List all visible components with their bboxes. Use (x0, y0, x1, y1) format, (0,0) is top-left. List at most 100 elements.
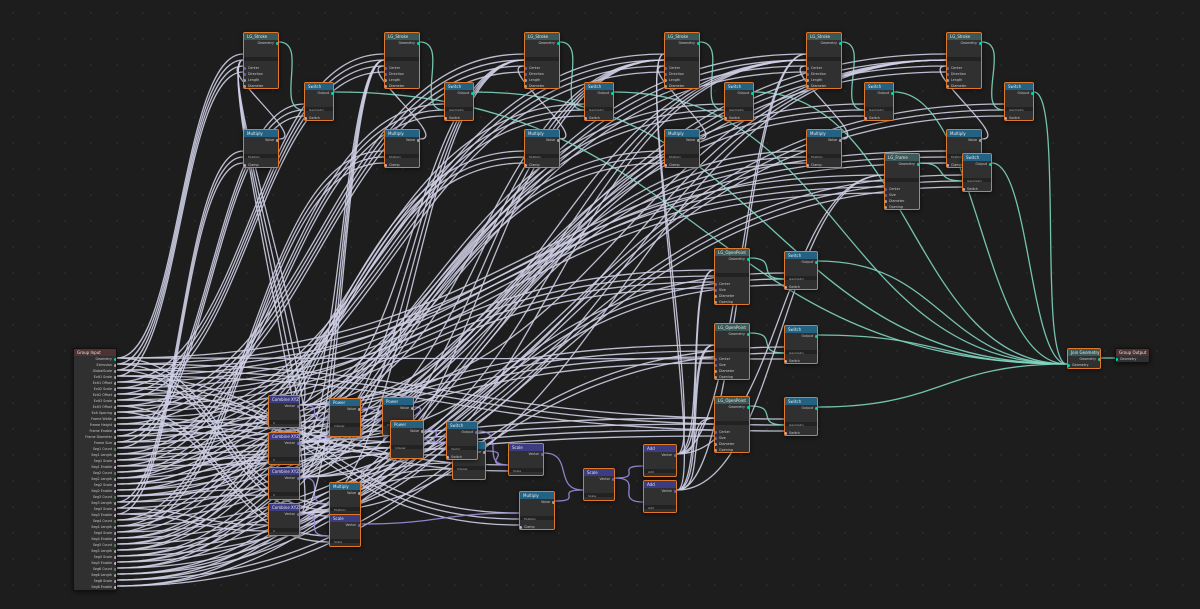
node-field[interactable] (885, 178, 919, 182)
node-header[interactable]: LG_Stroke (807, 33, 841, 40)
socket-dot-icon[interactable] (114, 405, 116, 409)
socket-dot-icon[interactable] (839, 41, 841, 45)
node-header[interactable]: Switch (725, 83, 753, 90)
node-header[interactable]: Switch (305, 83, 333, 90)
socket-dot-icon[interactable] (697, 138, 699, 142)
node-field[interactable] (525, 57, 559, 61)
socket-dot-icon[interactable] (747, 405, 749, 409)
node-field[interactable]: Geometry (445, 107, 473, 111)
node-field[interactable]: Geometry (785, 350, 817, 354)
node-header[interactable]: Scale (584, 469, 614, 476)
socket-dot-icon[interactable] (885, 199, 887, 203)
node-field[interactable]: Multiply (807, 154, 841, 158)
socket-dot-icon[interactable] (483, 450, 485, 454)
node-a1[interactable]: AddVectorAddVectorVector (643, 444, 677, 477)
node-w5[interactable]: SwitchOutputGeometrySwitchFalseTrue (864, 82, 894, 121)
socket-dot-icon[interactable] (276, 138, 278, 142)
node-header[interactable]: Multiply (665, 130, 699, 137)
node-p1[interactable]: PowerValueIntegerPowerValueValue (329, 398, 361, 437)
socket-dot-icon[interactable] (114, 393, 116, 397)
socket-dot-icon[interactable] (525, 163, 527, 167)
socket-dot-icon[interactable] (785, 431, 787, 435)
node-header[interactable]: LG_Stroke (947, 33, 981, 40)
socket-dot-icon[interactable] (885, 205, 887, 209)
socket-dot-icon[interactable] (885, 193, 887, 197)
socket-dot-icon[interactable] (725, 116, 727, 120)
socket-dot-icon[interactable] (114, 363, 116, 367)
node-header[interactable]: Switch (865, 83, 893, 90)
socket-dot-icon[interactable] (979, 41, 981, 45)
socket-dot-icon[interactable] (244, 84, 246, 88)
node-field[interactable]: Geometry (585, 107, 613, 111)
socket-dot-icon[interactable] (1005, 116, 1007, 120)
node-header[interactable]: Power (383, 398, 413, 405)
node-gi[interactable]: Group Input Geometry Extrusion GlobalScale E… (73, 348, 117, 591)
node-p3[interactable]: PowerValueIntegerPowerValueValue (390, 420, 424, 459)
socket-dot-icon[interactable] (947, 163, 949, 167)
socket-dot-icon[interactable] (715, 357, 717, 361)
socket-dot-icon[interactable] (114, 489, 116, 493)
node-header[interactable]: Group Output (1116, 349, 1149, 356)
node-field[interactable]: Multiply (330, 507, 360, 511)
node-a2[interactable]: AddVectorAddVectorVector (643, 480, 677, 513)
node-sc1[interactable]: ScaleVectorScaleVectorScale (508, 443, 544, 476)
node-field[interactable]: X (269, 420, 299, 424)
node-header[interactable]: Group Input (74, 349, 116, 356)
socket-dot-icon[interactable] (358, 491, 360, 495)
node-header[interactable]: Combine XYZ (269, 396, 299, 403)
socket-dot-icon[interactable] (114, 423, 116, 427)
node-header[interactable]: Switch (785, 398, 817, 405)
socket-dot-icon[interactable] (276, 41, 278, 45)
socket-dot-icon[interactable] (697, 41, 699, 45)
socket-dot-icon[interactable] (417, 138, 419, 142)
socket-dot-icon[interactable] (715, 294, 717, 298)
socket-dot-icon[interactable] (1031, 91, 1033, 95)
node-w1[interactable]: SwitchOutputGeometrySwitchFalseTrue (304, 82, 334, 121)
node-s6[interactable]: LG_Stroke Geometry Center Direction Length Di… (946, 32, 982, 89)
socket-dot-icon[interactable] (947, 66, 949, 70)
node-x3[interactable]: SwitchOutputGeometrySwitchFalseTrue (784, 397, 818, 436)
node-m4[interactable]: MultiplyValueMultiplyClampValueValue (664, 129, 700, 168)
socket-dot-icon[interactable] (557, 138, 559, 142)
socket-dot-icon[interactable] (715, 430, 717, 434)
node-field[interactable]: Integer (453, 466, 485, 470)
socket-dot-icon[interactable] (114, 585, 116, 589)
socket-dot-icon[interactable] (114, 513, 116, 517)
socket-dot-icon[interactable] (963, 187, 965, 191)
socket-dot-icon[interactable] (747, 332, 749, 336)
node-header[interactable]: Switch (585, 83, 613, 90)
node-header[interactable]: Switch (445, 83, 473, 90)
socket-dot-icon[interactable] (297, 441, 299, 445)
socket-dot-icon[interactable] (525, 66, 527, 70)
socket-dot-icon[interactable] (471, 91, 473, 95)
socket-dot-icon[interactable] (114, 417, 116, 421)
node-s2[interactable]: LG_Stroke Geometry Center Direction Length Di… (384, 32, 420, 89)
node-m8[interactable]: MultiplyValueMultiplyClampValueValue (519, 491, 555, 530)
socket-dot-icon[interactable] (807, 66, 809, 70)
node-field[interactable]: Geometry (725, 107, 753, 111)
node-c3[interactable]: Combine XYZVectorXYZ (268, 467, 300, 500)
socket-dot-icon[interactable] (114, 537, 116, 541)
socket-dot-icon[interactable] (552, 500, 554, 504)
socket-dot-icon[interactable] (114, 465, 116, 469)
node-field[interactable] (715, 348, 749, 352)
node-field[interactable]: X (269, 528, 299, 532)
socket-dot-icon[interactable] (114, 561, 116, 565)
node-field[interactable] (715, 273, 749, 277)
socket-dot-icon[interactable] (331, 91, 333, 95)
socket-dot-icon[interactable] (114, 471, 116, 475)
socket-dot-icon[interactable] (885, 187, 887, 191)
socket-dot-icon[interactable] (715, 300, 717, 304)
node-field[interactable]: Geometry (785, 276, 817, 280)
node-field[interactable]: Multiply (244, 154, 278, 158)
node-header[interactable]: Multiply (330, 483, 360, 490)
node-w2[interactable]: SwitchOutputGeometrySwitchFalseTrue (444, 82, 474, 121)
node-field[interactable] (715, 421, 749, 425)
node-s5[interactable]: LG_Stroke Geometry Center Direction Length Di… (806, 32, 842, 89)
socket-dot-icon[interactable] (665, 72, 667, 76)
socket-dot-icon[interactable] (665, 163, 667, 167)
node-header[interactable]: Add (644, 445, 676, 452)
node-c4[interactable]: Combine XYZVectorXYZ (268, 503, 300, 536)
node-field[interactable]: Geometry (305, 107, 333, 111)
socket-dot-icon[interactable] (447, 455, 449, 459)
